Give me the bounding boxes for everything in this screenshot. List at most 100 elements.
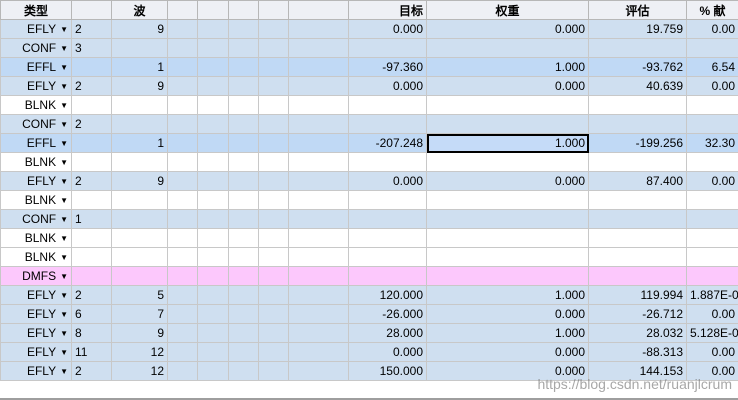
caret-down-icon[interactable]: ▼ xyxy=(60,101,68,110)
operand-type-dropdown[interactable]: CONF ▼ xyxy=(0,114,72,134)
caret-down-icon[interactable]: ▼ xyxy=(60,25,68,34)
target-cell[interactable]: 28.000 xyxy=(348,323,427,343)
param-cell[interactable] xyxy=(288,304,349,324)
table-row[interactable]: DMFS ▼ xyxy=(0,266,738,286)
param-cell[interactable] xyxy=(228,57,259,77)
int1-cell[interactable]: 2 xyxy=(71,361,112,381)
table-row[interactable]: EFLY ▼ 2 5 120.000 1.000 119.994 1.887E-0 xyxy=(0,285,738,305)
param-cell[interactable] xyxy=(258,323,289,343)
param-cell[interactable] xyxy=(258,228,289,248)
table-row[interactable]: EFFL ▼ 1 -207.248 1.000 -199.256 32.30 xyxy=(0,133,738,153)
param-cell[interactable] xyxy=(167,209,198,229)
weight-cell[interactable]: 1.000 xyxy=(426,285,589,305)
col-header-type[interactable]: 类型 xyxy=(0,0,72,20)
col-header-3[interactable] xyxy=(167,0,198,20)
int1-cell[interactable] xyxy=(71,57,112,77)
param-cell[interactable] xyxy=(228,95,259,115)
param-cell[interactable] xyxy=(258,38,289,58)
param-cell[interactable] xyxy=(167,76,198,96)
table-row[interactable]: BLNK ▼ xyxy=(0,95,738,115)
int1-cell[interactable]: 2 xyxy=(71,171,112,191)
param-cell[interactable] xyxy=(228,228,259,248)
param-cell[interactable] xyxy=(197,38,229,58)
wave-cell[interactable]: 7 xyxy=(111,304,168,324)
param-cell[interactable] xyxy=(228,304,259,324)
param-cell[interactable] xyxy=(197,323,229,343)
wave-cell[interactable]: 5 xyxy=(111,285,168,305)
param-cell[interactable] xyxy=(167,247,198,267)
param-cell[interactable] xyxy=(167,114,198,134)
weight-cell[interactable]: 1.000 xyxy=(426,133,589,153)
param-cell[interactable] xyxy=(197,76,229,96)
param-cell[interactable] xyxy=(228,38,259,58)
int1-cell[interactable] xyxy=(71,266,112,286)
weight-cell[interactable]: 0.000 xyxy=(426,76,589,96)
param-cell[interactable] xyxy=(167,285,198,305)
param-cell[interactable] xyxy=(258,95,289,115)
caret-down-icon[interactable]: ▼ xyxy=(60,44,68,53)
target-cell[interactable] xyxy=(348,38,427,58)
caret-down-icon[interactable]: ▼ xyxy=(60,272,68,281)
param-cell[interactable] xyxy=(288,342,349,362)
param-cell[interactable] xyxy=(288,266,349,286)
int1-cell[interactable] xyxy=(71,228,112,248)
param-cell[interactable] xyxy=(288,133,349,153)
weight-cell[interactable] xyxy=(426,209,589,229)
weight-cell[interactable] xyxy=(426,228,589,248)
param-cell[interactable] xyxy=(167,19,198,39)
param-cell[interactable] xyxy=(258,133,289,153)
target-cell[interactable] xyxy=(348,152,427,172)
wave-cell[interactable] xyxy=(111,190,168,210)
weight-cell[interactable]: 1.000 xyxy=(426,57,589,77)
col-header-wave[interactable]: 波 xyxy=(111,0,168,20)
param-cell[interactable] xyxy=(228,285,259,305)
param-cell[interactable] xyxy=(258,152,289,172)
weight-cell[interactable]: 0.000 xyxy=(426,171,589,191)
param-cell[interactable] xyxy=(197,209,229,229)
operand-type-dropdown[interactable]: DMFS ▼ xyxy=(0,266,72,286)
param-cell[interactable] xyxy=(197,152,229,172)
weight-cell[interactable] xyxy=(426,95,589,115)
target-cell[interactable]: 150.000 xyxy=(348,361,427,381)
param-cell[interactable] xyxy=(228,171,259,191)
caret-down-icon[interactable]: ▼ xyxy=(60,177,68,186)
table-row[interactable]: BLNK ▼ xyxy=(0,228,738,248)
param-cell[interactable] xyxy=(197,114,229,134)
param-cell[interactable] xyxy=(258,342,289,362)
param-cell[interactable] xyxy=(288,247,349,267)
wave-cell[interactable] xyxy=(111,114,168,134)
col-header-target[interactable]: 目标 xyxy=(348,0,427,20)
target-cell[interactable] xyxy=(348,190,427,210)
param-cell[interactable] xyxy=(167,152,198,172)
param-cell[interactable] xyxy=(228,133,259,153)
wave-cell[interactable]: 9 xyxy=(111,19,168,39)
caret-down-icon[interactable]: ▼ xyxy=(60,139,68,148)
target-cell[interactable]: -207.248 xyxy=(348,133,427,153)
weight-cell[interactable]: 1.000 xyxy=(426,323,589,343)
param-cell[interactable] xyxy=(197,95,229,115)
param-cell[interactable] xyxy=(167,95,198,115)
param-cell[interactable] xyxy=(288,228,349,248)
param-cell[interactable] xyxy=(288,57,349,77)
col-header-weight[interactable]: 权重 xyxy=(426,0,589,20)
table-row[interactable]: BLNK ▼ xyxy=(0,247,738,267)
int1-cell[interactable] xyxy=(71,247,112,267)
int1-cell[interactable]: 3 xyxy=(71,38,112,58)
target-cell[interactable]: 0.000 xyxy=(348,19,427,39)
weight-cell[interactable]: 0.000 xyxy=(426,19,589,39)
operand-type-dropdown[interactable]: EFLY ▼ xyxy=(0,323,72,343)
col-header-7[interactable] xyxy=(288,0,349,20)
wave-cell[interactable]: 9 xyxy=(111,76,168,96)
int1-cell[interactable] xyxy=(71,95,112,115)
operand-type-dropdown[interactable]: EFLY ▼ xyxy=(0,171,72,191)
param-cell[interactable] xyxy=(167,361,198,381)
param-cell[interactable] xyxy=(288,209,349,229)
caret-down-icon[interactable]: ▼ xyxy=(60,196,68,205)
wave-cell[interactable]: 1 xyxy=(111,133,168,153)
operand-type-dropdown[interactable]: EFLY ▼ xyxy=(0,304,72,324)
param-cell[interactable] xyxy=(288,114,349,134)
caret-down-icon[interactable]: ▼ xyxy=(60,253,68,262)
weight-cell[interactable] xyxy=(426,152,589,172)
weight-cell[interactable] xyxy=(426,247,589,267)
param-cell[interactable] xyxy=(288,285,349,305)
